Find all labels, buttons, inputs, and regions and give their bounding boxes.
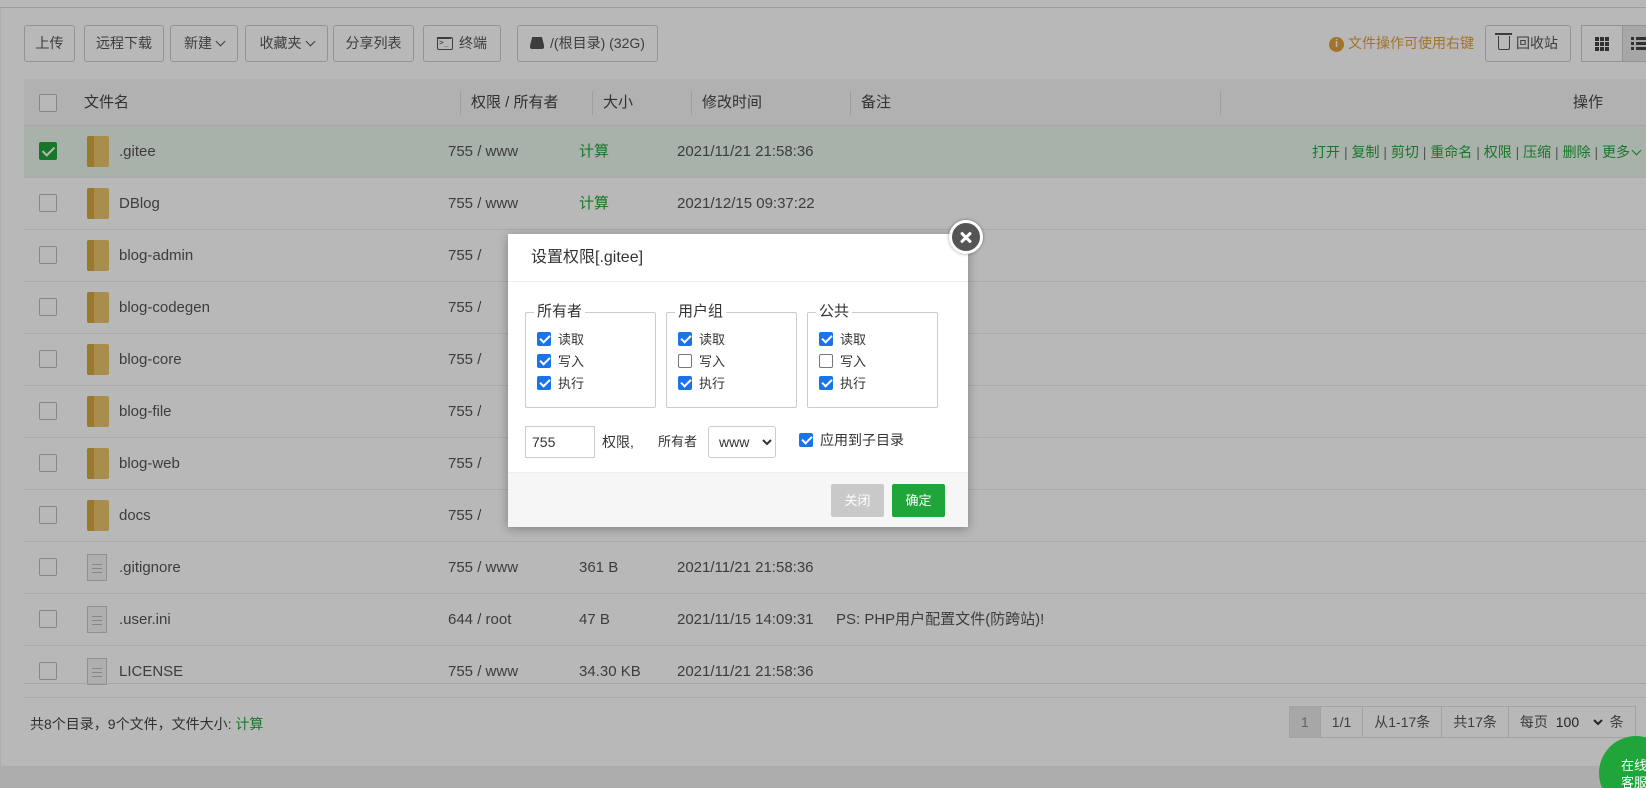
perm-read-label: 读取: [699, 332, 726, 347]
group-legend: 所有者: [534, 303, 586, 321]
perm-exec-option[interactable]: 执行: [537, 375, 584, 393]
apply-subdir-check[interactable]: [799, 433, 813, 447]
perm-read-option[interactable]: 读取: [678, 331, 725, 349]
service-line1: 在线: [1621, 758, 1646, 773]
dialog-footer: 关闭 确定: [508, 472, 968, 527]
perm-write-label: 写入: [840, 354, 867, 369]
perm-write-checkbox[interactable]: [537, 354, 551, 368]
perm-read-checkbox[interactable]: [819, 332, 833, 346]
perm-read-option[interactable]: 读取: [819, 331, 866, 349]
permission-group: 用户组读取写入执行: [666, 303, 797, 408]
service-line2: 客服: [1621, 775, 1646, 788]
perm-read-label: 读取: [558, 332, 585, 347]
apply-subdir-checkbox[interactable]: 应用到子目录: [799, 430, 904, 450]
perm-read-checkbox[interactable]: [537, 332, 551, 346]
apply-subdir-label: 应用到子目录: [820, 432, 904, 448]
perm-write-option[interactable]: 写入: [537, 353, 584, 371]
perm-write-label: 写入: [558, 354, 585, 369]
perm-write-checkbox[interactable]: [819, 354, 833, 368]
perm-exec-label: 执行: [558, 376, 585, 391]
group-legend: 用户组: [675, 303, 727, 321]
dialog-title: 设置权限[.gitee]: [508, 234, 968, 282]
permission-group: 公共读取写入执行: [807, 303, 938, 408]
owner-label: 所有者: [658, 434, 698, 449]
perm-write-label: 写入: [699, 354, 726, 369]
close-button[interactable]: 关闭: [831, 484, 884, 517]
perm-exec-checkbox[interactable]: [678, 376, 692, 390]
perm-exec-checkbox[interactable]: [819, 376, 833, 390]
perm-write-checkbox[interactable]: [678, 354, 692, 368]
perm-read-label: 读取: [840, 332, 867, 347]
permission-group: 所有者读取写入执行: [525, 303, 656, 408]
permission-number-input[interactable]: [525, 426, 595, 458]
permission-label: 权限,: [602, 434, 634, 450]
permission-dialog: 设置权限[.gitee] 所有者 读取 写入 执行 用户组 读取 写入 执行 公共 读取 写入 执行 …: [508, 234, 968, 527]
perm-exec-label: 执行: [699, 376, 726, 391]
owner-select[interactable]: www: [708, 426, 776, 458]
perm-read-option[interactable]: 读取: [537, 331, 584, 349]
perm-exec-label: 执行: [840, 376, 867, 391]
confirm-button[interactable]: 确定: [892, 484, 945, 517]
group-legend: 公共: [816, 303, 853, 321]
dialog-close-icon[interactable]: [949, 220, 983, 254]
perm-exec-checkbox[interactable]: [537, 376, 551, 390]
perm-write-option[interactable]: 写入: [678, 353, 725, 371]
perm-read-checkbox[interactable]: [678, 332, 692, 346]
perm-exec-option[interactable]: 执行: [819, 375, 866, 393]
perm-exec-option[interactable]: 执行: [678, 375, 725, 393]
perm-write-option[interactable]: 写入: [819, 353, 866, 371]
